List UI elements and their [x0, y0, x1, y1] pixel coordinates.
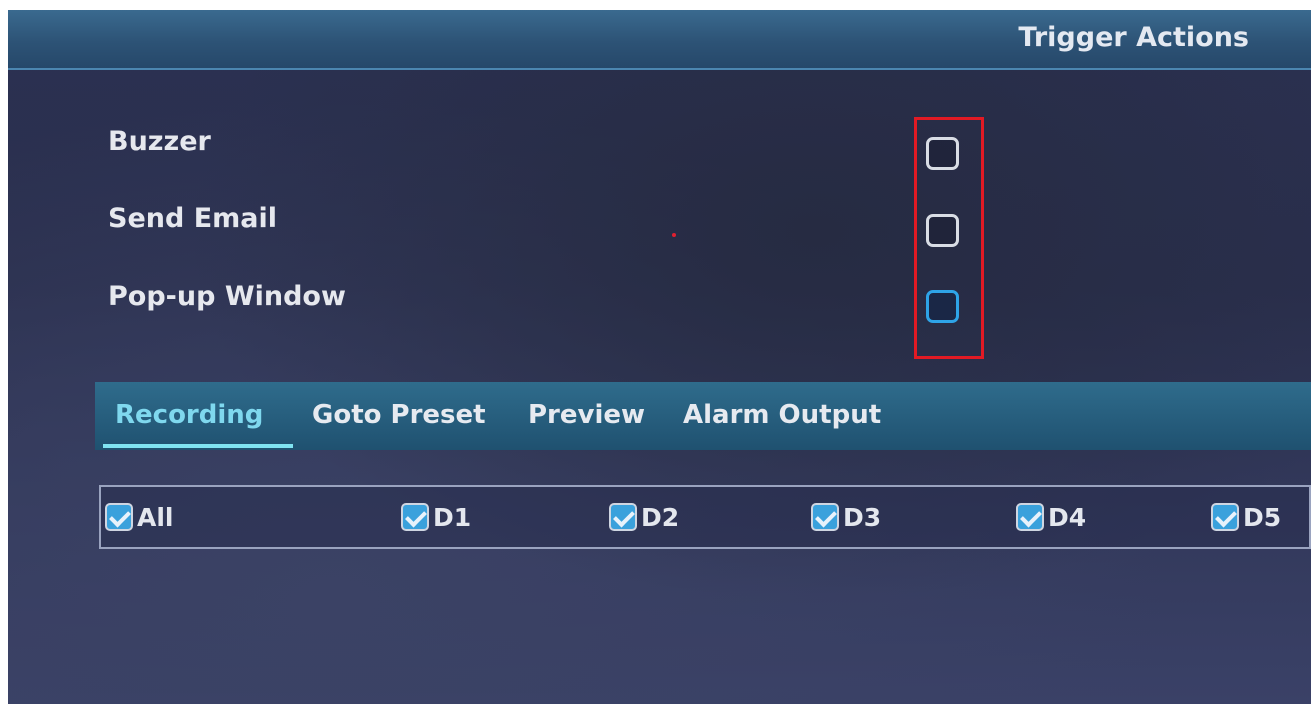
send-email-label: Send Email	[108, 203, 278, 234]
channel-d3-label: D3	[843, 502, 882, 532]
popup-window-label: Pop-up Window	[108, 281, 346, 312]
channel-d5-label: D5	[1243, 502, 1282, 532]
dvr-settings-screen: Trigger Actions Buzzer Send Email Pop-up…	[8, 10, 1311, 704]
channel-d1[interactable]: D1	[401, 499, 471, 535]
tab-goto-preset[interactable]: Goto Preset	[312, 400, 486, 430]
tab-alarm-output[interactable]: Alarm Output	[683, 400, 881, 430]
channel-d3[interactable]: D3	[811, 499, 881, 535]
channel-selector: All D1 D2 D3 D4 D5	[99, 485, 1311, 549]
channel-d4-checkbox[interactable]	[1016, 503, 1044, 531]
channel-d1-checkbox[interactable]	[401, 503, 429, 531]
channel-d2[interactable]: D2	[609, 499, 679, 535]
channel-d5[interactable]: D5	[1211, 499, 1281, 535]
channel-all[interactable]: All	[105, 499, 174, 535]
channel-d2-label: D2	[641, 502, 680, 532]
tab-preview[interactable]: Preview	[528, 400, 645, 430]
page-title: Trigger Actions	[1018, 22, 1249, 53]
action-tab-bar: Recording Goto Preset Preview Alarm Outp…	[95, 382, 1311, 450]
screen-artifact-dot	[672, 233, 676, 237]
channel-d1-label: D1	[433, 502, 472, 532]
channel-d3-checkbox[interactable]	[811, 503, 839, 531]
channel-d4-label: D4	[1048, 502, 1087, 532]
channel-all-checkbox[interactable]	[105, 503, 133, 531]
buzzer-label: Buzzer	[108, 126, 211, 157]
channel-d5-checkbox[interactable]	[1211, 503, 1239, 531]
channel-d2-checkbox[interactable]	[609, 503, 637, 531]
title-bar: Trigger Actions	[8, 10, 1311, 70]
channel-d4[interactable]: D4	[1016, 499, 1086, 535]
checkbox-highlight-box	[914, 117, 984, 359]
active-tab-underline	[103, 444, 293, 448]
top-white-strip	[0, 0, 1311, 10]
tab-recording[interactable]: Recording	[115, 400, 263, 430]
channel-all-label: All	[137, 502, 174, 532]
